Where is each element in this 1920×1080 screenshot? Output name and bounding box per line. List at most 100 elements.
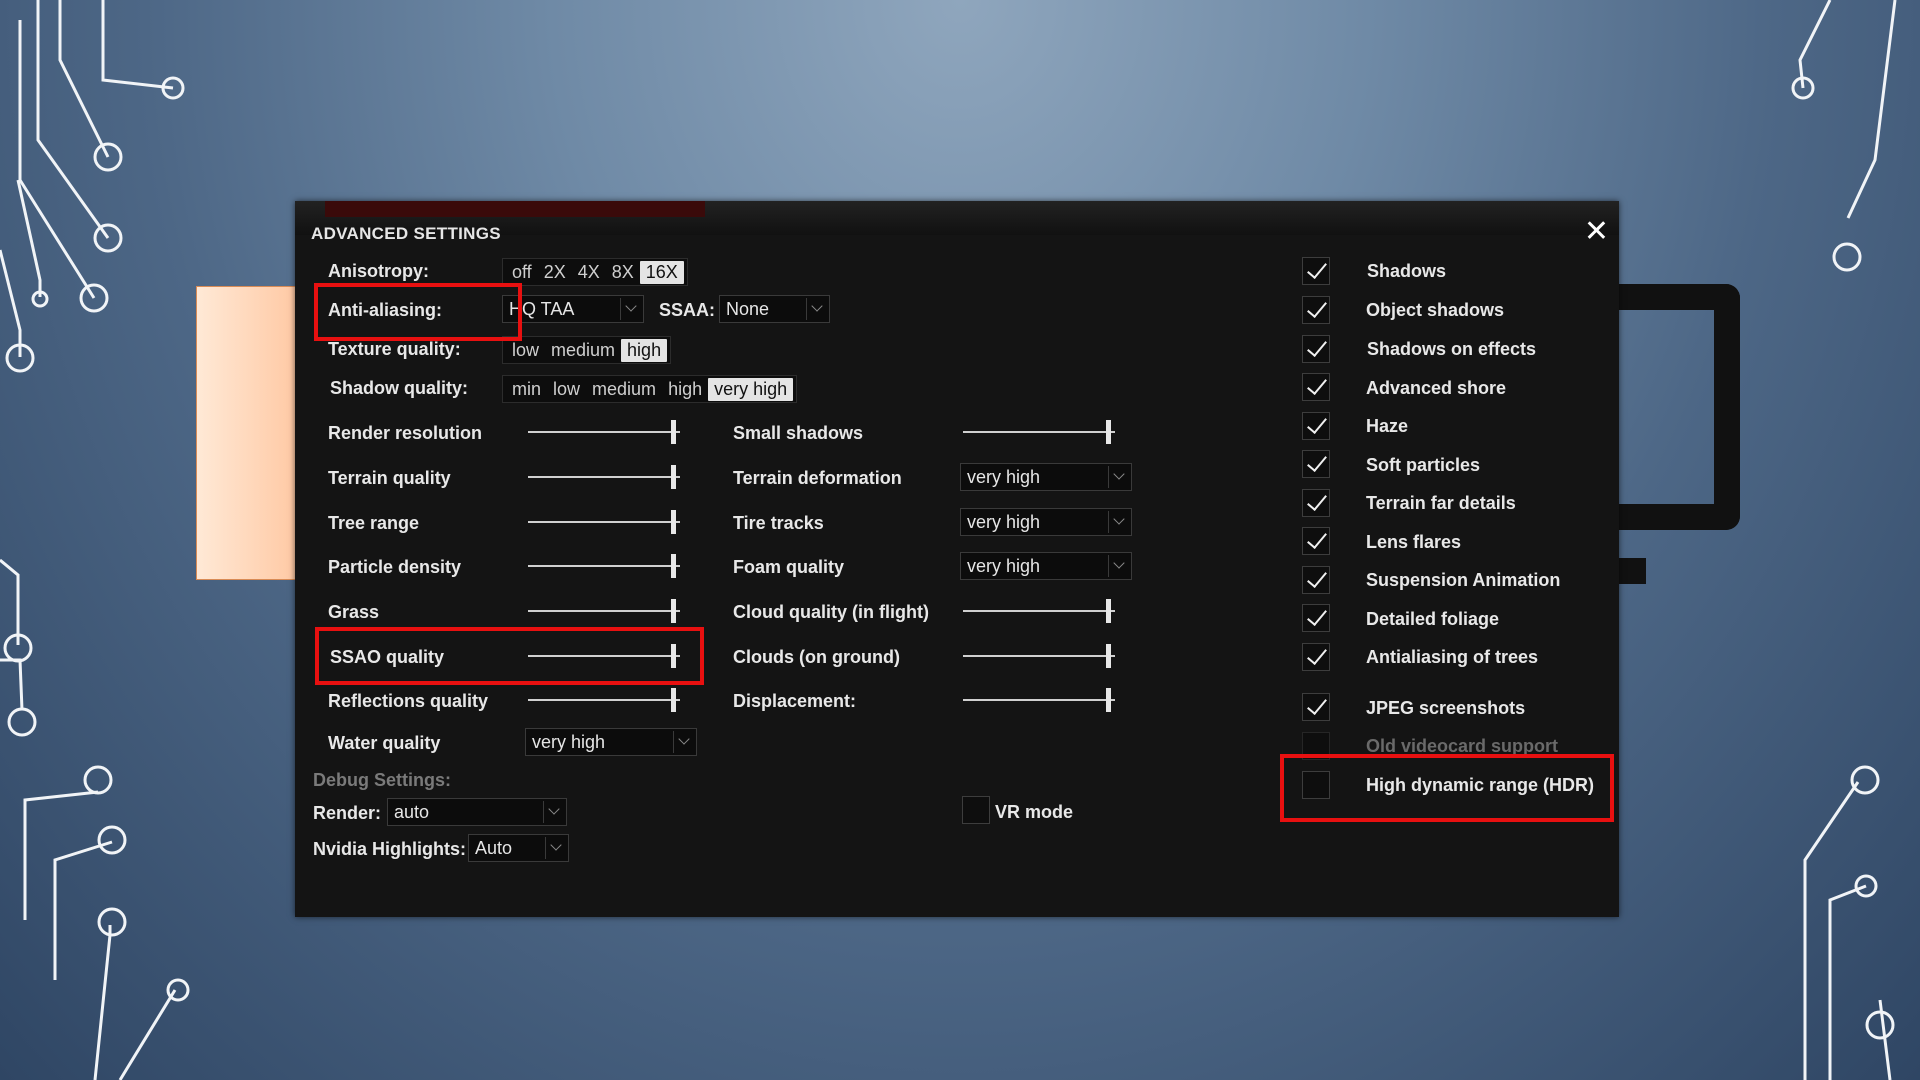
shadows-on-effects-checkbox[interactable] [1302, 335, 1330, 363]
close-icon: ✕ [1583, 215, 1609, 248]
foam-quality-value: very high [967, 556, 1041, 576]
clouds-ground-slider[interactable] [963, 644, 1115, 668]
chevron-down-icon [673, 731, 696, 753]
ssao-quality-slider[interactable] [528, 644, 680, 668]
anisotropy-option[interactable]: off [506, 261, 538, 284]
slider-thumb[interactable] [671, 554, 676, 578]
render-label: Render: [313, 803, 382, 823]
tire-tracks-dropdown[interactable]: very high [960, 508, 1132, 536]
foam-quality-dropdown[interactable]: very high [960, 552, 1132, 580]
terrain-deformation-dropdown[interactable]: very high [960, 463, 1132, 491]
window-title: ADVANCED SETTINGS [311, 224, 501, 243]
particle-density-slider[interactable] [528, 554, 680, 578]
orange-slide-panel [196, 286, 298, 580]
title-bar: ADVANCED SETTINGS ✕ [295, 201, 1619, 247]
lens-flares-checkbox[interactable] [1302, 527, 1330, 555]
chevron-down-icon [620, 298, 643, 320]
slider-thumb[interactable] [671, 688, 676, 712]
ssao-quality-label: SSAO quality [330, 647, 445, 667]
checkbox-label: JPEG screenshots [1366, 698, 1526, 718]
shadow-quality-option[interactable]: medium [586, 378, 662, 401]
water-quality-label: Water quality [328, 733, 441, 753]
chevron-down-icon [1108, 511, 1131, 533]
slider-thumb[interactable] [671, 420, 676, 444]
anisotropy-option[interactable]: 8X [606, 261, 640, 284]
slider-thumb[interactable] [1106, 599, 1111, 623]
nvidia-highlights-label: Nvidia Highlights: [313, 839, 466, 859]
particle-density-label: Particle density [328, 557, 462, 577]
slider-thumb[interactable] [1106, 688, 1111, 712]
checkbox-label: Object shadows [1366, 300, 1505, 320]
vr-mode-checkbox[interactable] [962, 796, 990, 824]
anisotropy-option-selected[interactable]: 16X [639, 260, 684, 284]
suspension-animation-checkbox[interactable] [1302, 566, 1330, 594]
texture-quality-selector[interactable]: low medium high [502, 336, 672, 364]
anisotropy-option[interactable]: 4X [572, 261, 606, 284]
shadow-quality-label: Shadow quality: [330, 378, 469, 398]
texture-quality-option[interactable]: low [506, 339, 545, 362]
ssaa-label: SSAA: [659, 300, 716, 320]
water-quality-dropdown[interactable]: very high [525, 728, 697, 756]
shadow-quality-option-selected[interactable]: very high [708, 377, 794, 401]
shadow-quality-selector[interactable]: min low medium high very high [502, 375, 798, 403]
nvidia-highlights-dropdown[interactable]: Auto [468, 834, 569, 862]
terrain-deformation-value: very high [967, 467, 1041, 487]
texture-quality-option[interactable]: medium [545, 339, 621, 362]
texture-quality-option-selected[interactable]: high [621, 338, 668, 362]
slider-thumb[interactable] [1106, 420, 1111, 444]
chevron-down-icon [1108, 555, 1131, 577]
grass-slider[interactable] [528, 599, 680, 623]
terrain-quality-label: Terrain quality [328, 468, 451, 488]
reflections-quality-slider[interactable] [528, 688, 680, 712]
vr-mode-label: VR mode [995, 802, 1074, 822]
checkbox-label: Advanced shore [1366, 378, 1507, 398]
hdr-checkbox[interactable] [1302, 771, 1330, 799]
debug-settings-heading: Debug Settings: [313, 770, 451, 790]
title-tab-accent [325, 201, 705, 217]
shadow-quality-option[interactable]: high [662, 378, 708, 401]
shadow-quality-option[interactable]: min [506, 378, 547, 401]
checkbox-label: Detailed foliage [1366, 609, 1500, 629]
anti-aliasing-value: HQ TAA [509, 299, 575, 319]
slider-thumb[interactable] [1106, 644, 1111, 668]
soft-particles-checkbox[interactable] [1302, 450, 1330, 478]
slider-thumb[interactable] [671, 465, 676, 489]
anisotropy-option[interactable]: 2X [538, 261, 572, 284]
detailed-foliage-checkbox[interactable] [1302, 604, 1330, 632]
render-resolution-label: Render resolution [328, 423, 483, 443]
haze-checkbox[interactable] [1302, 412, 1330, 440]
checkbox-label: Antialiasing of trees [1366, 647, 1539, 667]
antialiasing-of-trees-checkbox[interactable] [1302, 643, 1330, 671]
black-frame-decoration [1600, 284, 1740, 530]
cloud-quality-label: Cloud quality (in flight) [733, 602, 929, 622]
small-shadows-slider[interactable] [963, 420, 1115, 444]
terrain-deformation-label: Terrain deformation [733, 468, 902, 488]
checkbox-label: High dynamic range (HDR) [1366, 775, 1595, 795]
anti-aliasing-dropdown[interactable]: HQ TAA [502, 295, 644, 323]
terrain-quality-slider[interactable] [528, 465, 680, 489]
shadows-checkbox[interactable] [1302, 257, 1330, 285]
displacement-label: Displacement: [733, 691, 857, 711]
nvidia-highlights-value: Auto [475, 838, 513, 858]
advanced-shore-checkbox[interactable] [1302, 373, 1330, 401]
render-resolution-slider[interactable] [528, 420, 680, 444]
checkbox-label: Old videocard support [1366, 736, 1559, 756]
terrain-far-details-checkbox[interactable] [1302, 489, 1330, 517]
slider-thumb[interactable] [671, 644, 676, 668]
anisotropy-selector[interactable]: off 2X 4X 8X 16X [502, 258, 688, 286]
displacement-slider[interactable] [963, 688, 1115, 712]
render-dropdown[interactable]: auto [387, 798, 567, 826]
slider-thumb[interactable] [671, 599, 676, 623]
grass-label: Grass [328, 602, 380, 622]
close-button[interactable]: ✕ [1584, 217, 1609, 247]
tree-range-slider[interactable] [528, 510, 680, 534]
tree-range-label: Tree range [328, 513, 420, 533]
ssaa-dropdown[interactable]: None [719, 295, 830, 323]
slider-thumb[interactable] [671, 510, 676, 534]
object-shadows-checkbox[interactable] [1302, 296, 1330, 324]
jpeg-screenshots-checkbox[interactable] [1302, 693, 1330, 721]
cloud-quality-slider[interactable] [963, 599, 1115, 623]
small-shadows-label: Small shadows [733, 423, 864, 443]
old-videocard-support-checkbox[interactable] [1302, 732, 1330, 760]
shadow-quality-option[interactable]: low [547, 378, 586, 401]
